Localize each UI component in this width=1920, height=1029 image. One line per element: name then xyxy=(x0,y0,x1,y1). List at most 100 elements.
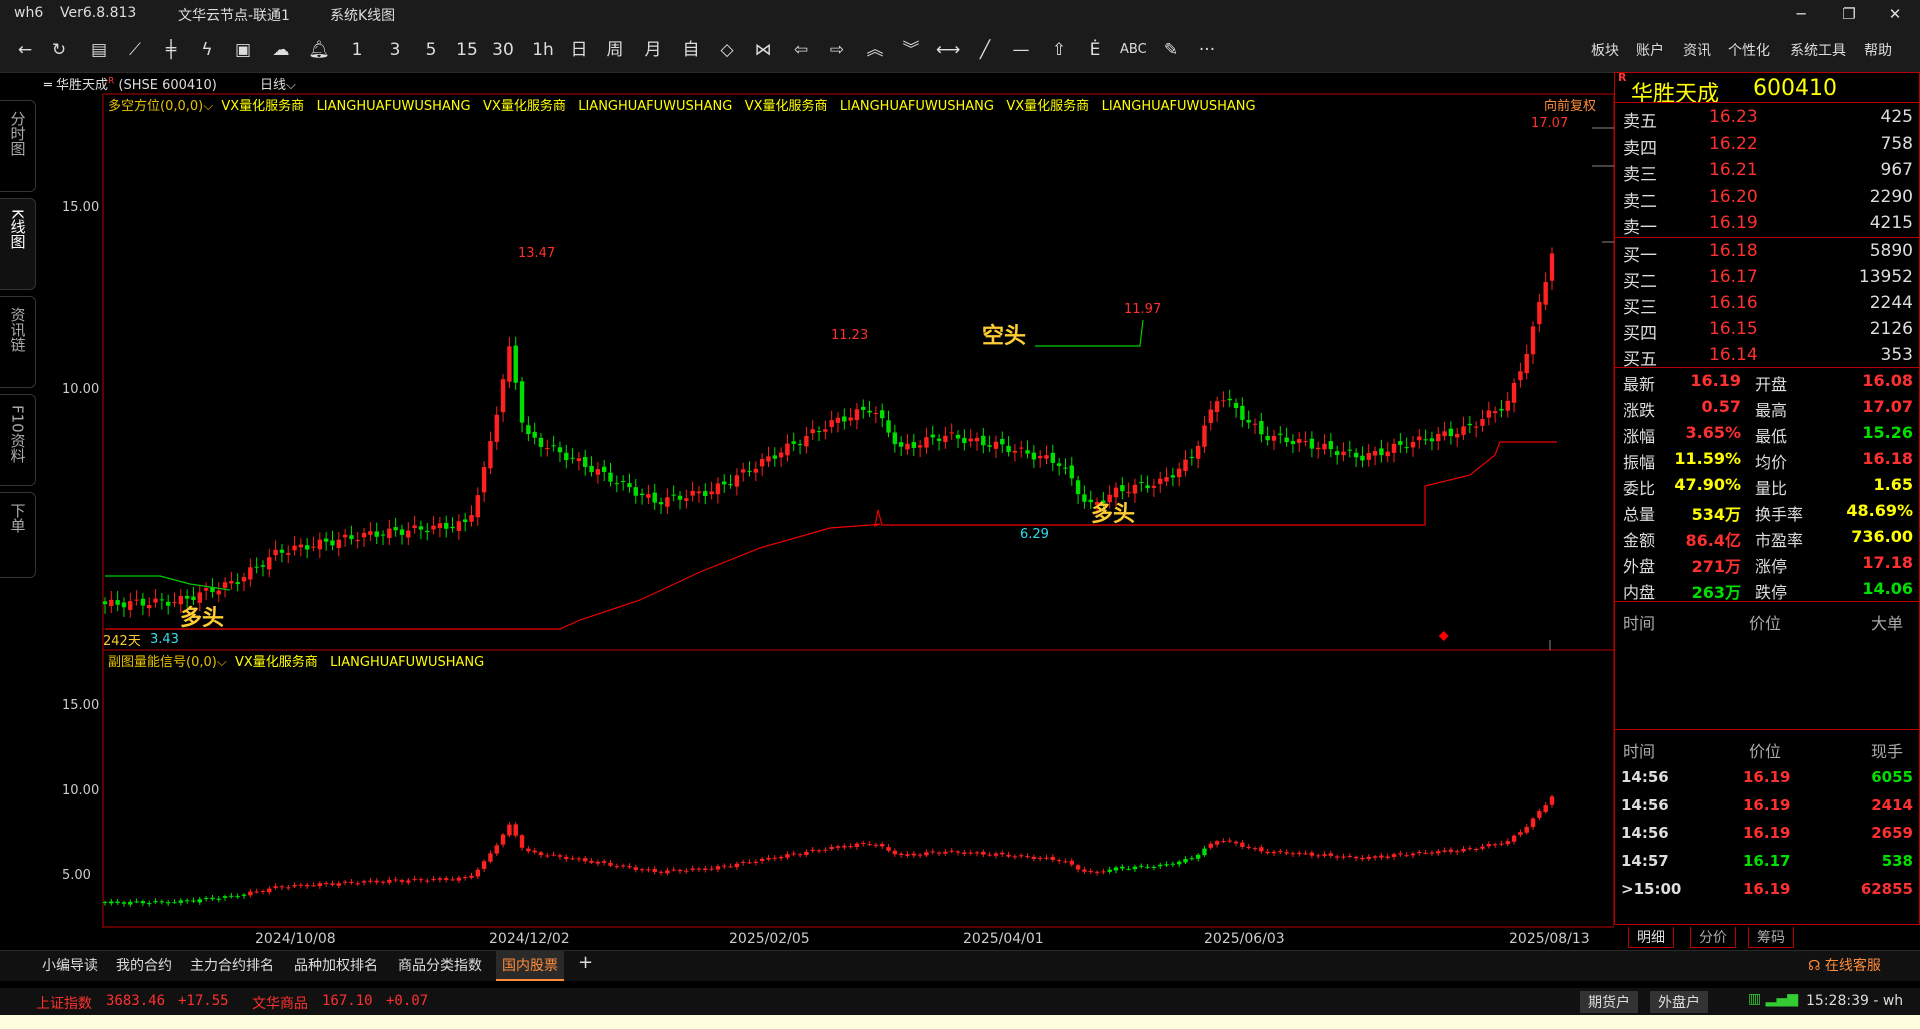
vx-label: VX量化服务商 xyxy=(221,99,305,114)
candle-body xyxy=(229,895,234,897)
candle-body xyxy=(892,850,898,855)
candle-body xyxy=(785,443,790,456)
menu-account[interactable]: 账户 xyxy=(1636,40,1664,60)
candle-body xyxy=(715,483,721,495)
candle-body xyxy=(1240,405,1245,420)
hdr-price: 价位 xyxy=(1749,614,1782,633)
candle-body xyxy=(1303,853,1308,855)
candle-body xyxy=(1195,445,1201,459)
candle-body xyxy=(671,494,676,496)
bid-row[interactable]: 买一 16.18 5890 xyxy=(1621,239,1917,266)
main-indicator-name[interactable]: 多空方位(0,0,0)⌵ xyxy=(108,99,213,114)
bid-row[interactable]: 买五 16.14 353 xyxy=(1621,343,1917,370)
stat-value: 736.00 xyxy=(1851,527,1913,546)
tab-commodity-index[interactable]: 商品分类指数 xyxy=(398,955,482,975)
tab-detail[interactable]: 明细 xyxy=(1628,927,1674,948)
quote-code: 600410 xyxy=(1753,76,1837,101)
bid-row[interactable]: 买四 16.15 2126 xyxy=(1621,317,1917,344)
candle-body xyxy=(406,880,411,883)
candle-body xyxy=(614,866,620,868)
candle-body xyxy=(905,854,910,856)
sub-chart-frame xyxy=(102,649,1614,928)
kline-chart[interactable] xyxy=(0,0,1614,950)
tab-chips[interactable]: 筹码 xyxy=(1748,927,1794,948)
online-service[interactable]: ☊ 在线客服 xyxy=(1808,955,1881,975)
candle-body xyxy=(955,851,961,853)
menu-news[interactable]: 资讯 xyxy=(1683,40,1711,60)
ask-volume: 967 xyxy=(1880,160,1913,180)
candle-body xyxy=(898,853,904,856)
sub-indicator-name[interactable]: 副图量能信号(0,0)⌵ xyxy=(108,655,227,670)
add-tab-button[interactable]: + xyxy=(578,952,593,973)
tab-main-contract-rank[interactable]: 主力合约排名 xyxy=(190,955,274,975)
candle-body xyxy=(1480,846,1485,849)
menu-system-tools[interactable]: 系统工具 xyxy=(1790,40,1846,60)
candle-body xyxy=(254,891,259,893)
candle-body xyxy=(576,458,582,462)
fuquan-toggle[interactable]: 向前复权 xyxy=(1544,95,1596,114)
candle-body xyxy=(311,546,316,548)
hdr-time: 时间 xyxy=(1623,742,1656,761)
candle-body xyxy=(1372,450,1378,456)
candle-body xyxy=(178,900,184,903)
candle-body xyxy=(437,878,443,880)
candle-body xyxy=(854,409,860,421)
tab-domestic-stocks[interactable]: 国内股票 xyxy=(496,951,564,981)
tab-editor-guide[interactable]: 小编导读 xyxy=(42,955,98,975)
candle-body xyxy=(1511,835,1517,842)
candle-body xyxy=(1120,485,1125,492)
candle-body xyxy=(273,549,278,556)
ask-row[interactable]: 卖二 16.20 2290 xyxy=(1621,185,1917,212)
bid-row[interactable]: 买二 16.17 13952 xyxy=(1621,265,1917,292)
candle-body xyxy=(526,848,531,852)
index1-value: 3683.46 xyxy=(106,993,166,1009)
foreign-account-button[interactable]: 外盘户 xyxy=(1650,991,1708,1013)
candle-body xyxy=(835,417,841,423)
candle-body xyxy=(646,494,651,498)
index1-change: +17.55 xyxy=(178,993,229,1009)
ask-level: 卖一 xyxy=(1623,218,1657,238)
candle-body xyxy=(507,346,512,382)
x-tick: 2024/10/08 xyxy=(255,931,336,947)
tab-price-dist[interactable]: 分价 xyxy=(1690,927,1736,948)
bid-price: 16.16 xyxy=(1709,293,1758,313)
ask-row[interactable]: 卖一 16.19 4215 xyxy=(1621,211,1917,238)
candle-body xyxy=(1189,456,1195,458)
bid-row[interactable]: 买三 16.16 2244 xyxy=(1621,291,1917,318)
candle-body xyxy=(1139,865,1144,867)
candle-body xyxy=(1252,423,1258,425)
menu-personalize[interactable]: 个性化 xyxy=(1728,40,1770,60)
candle-body xyxy=(595,861,601,864)
minimize-button[interactable]: ─ xyxy=(1778,2,1824,26)
candle-body xyxy=(962,437,967,444)
candle-body xyxy=(305,545,310,550)
stat-value: 48.69% xyxy=(1846,501,1913,520)
candle-body xyxy=(500,379,506,413)
ln-label: LIANGHUAFUWUSHANG xyxy=(578,99,733,114)
candle-body xyxy=(153,598,158,603)
futures-account-button[interactable]: 期货户 xyxy=(1580,991,1638,1013)
ask-row[interactable]: 卖四 16.22 758 xyxy=(1621,132,1917,159)
restore-button[interactable]: ❐ xyxy=(1826,2,1872,26)
candle-body xyxy=(1075,480,1081,495)
bid-level: 买二 xyxy=(1623,272,1657,292)
candle-body xyxy=(1202,425,1207,447)
candle-body xyxy=(665,497,670,507)
candle-body xyxy=(1019,855,1024,857)
candle-body xyxy=(816,850,822,852)
candle-body xyxy=(747,470,752,472)
menu-help[interactable]: 帮助 xyxy=(1864,40,1892,60)
candle-body xyxy=(1537,811,1542,818)
ln-label: LIANGHUAFUWUSHANG xyxy=(839,99,994,114)
candle-body xyxy=(620,480,626,482)
tab-my-contracts[interactable]: 我的合约 xyxy=(116,955,172,975)
candle-body xyxy=(1297,439,1302,443)
candle-body xyxy=(380,881,386,883)
ask-row[interactable]: 卖三 16.21 967 xyxy=(1621,158,1917,185)
ask-row[interactable]: 卖五 16.23 425 xyxy=(1621,105,1917,132)
tab-weighted-rank[interactable]: 品种加权排名 xyxy=(294,955,378,975)
candle-body xyxy=(1309,852,1315,856)
close-button[interactable]: ✕ xyxy=(1872,2,1918,26)
y-tick-sub: 5.00 xyxy=(62,868,91,883)
candle-body xyxy=(734,863,740,868)
